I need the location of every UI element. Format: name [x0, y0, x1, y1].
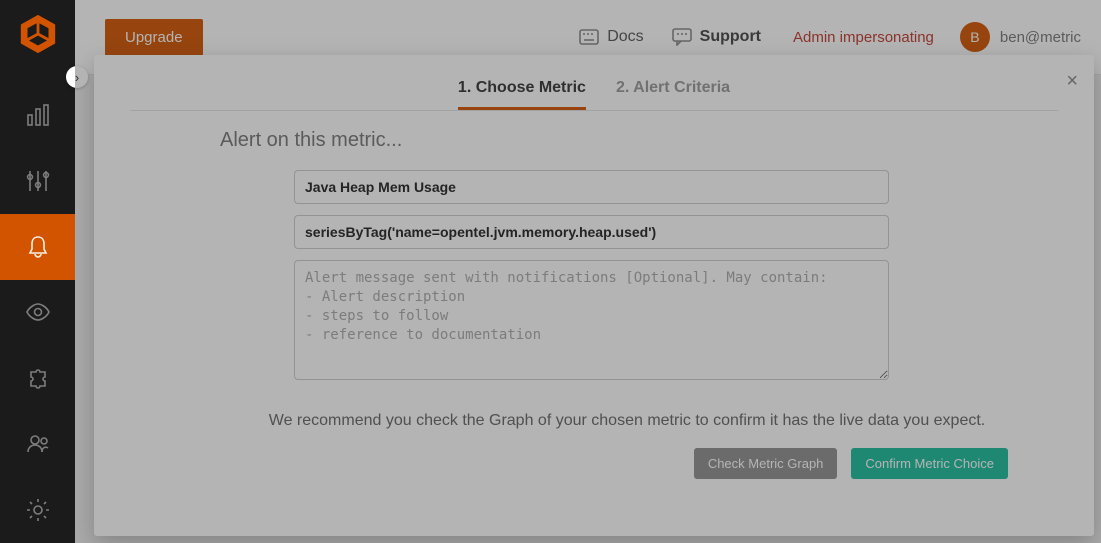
users-icon — [24, 430, 52, 458]
nav-item-settings[interactable] — [0, 477, 75, 543]
sliders-icon — [24, 167, 52, 195]
bar-chart-icon — [24, 101, 52, 129]
nav-item-users[interactable] — [0, 411, 75, 477]
gear-icon — [24, 496, 52, 524]
nav-item-metrics[interactable] — [0, 148, 75, 214]
eye-icon — [24, 298, 52, 326]
modal-backdrop[interactable] — [75, 0, 1101, 543]
left-sidebar — [0, 0, 75, 543]
app-logo[interactable] — [16, 12, 60, 56]
nav-item-dashboards[interactable] — [0, 82, 75, 148]
nav-item-alerts[interactable] — [0, 214, 75, 280]
puzzle-icon — [24, 364, 52, 392]
nav-item-integrations[interactable] — [0, 345, 75, 411]
bell-icon — [24, 233, 52, 261]
nav-item-views[interactable] — [0, 280, 75, 346]
hex-logo-icon — [17, 13, 59, 55]
